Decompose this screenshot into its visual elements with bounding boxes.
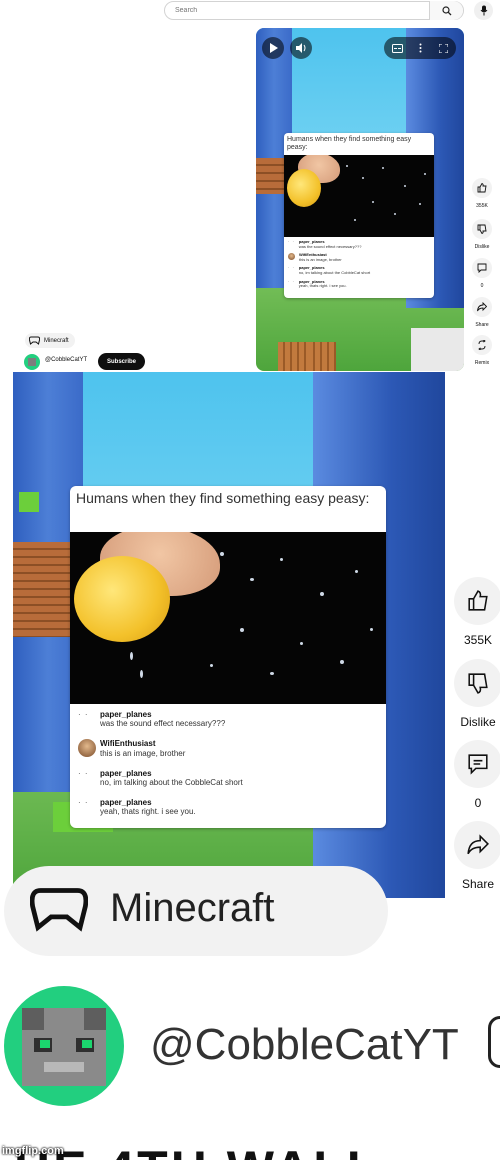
comment-item: · · paper_planes no, im talking about the… [288, 265, 371, 275]
voice-search-button[interactable] [474, 1, 493, 20]
meme-card: Humans when they find something easy pea… [284, 133, 434, 298]
more-options-icon[interactable] [419, 43, 422, 53]
comment-icon [468, 754, 488, 775]
comment-item: WifiEnthusiast this is an image, brother [288, 253, 430, 262]
comments-action[interactable]: 0 [470, 258, 494, 289]
comments-action-large[interactable]: 0 [454, 740, 500, 810]
comment-item: · · paper_planes was the sound effect nec… [288, 239, 362, 249]
share-icon [477, 302, 487, 312]
like-count: 355K [476, 203, 488, 209]
meme-card-large: Humans when they find something easy pea… [70, 486, 386, 828]
remix-action[interactable]: Remix [470, 335, 494, 366]
search-button[interactable] [429, 1, 463, 20]
thumbs-up-icon [468, 590, 488, 611]
subscribe-button[interactable]: Subscribe [98, 353, 145, 370]
dislike-button[interactable] [472, 219, 492, 239]
like-button[interactable] [472, 178, 492, 198]
thumbs-up-icon [477, 183, 487, 193]
like-action[interactable]: 355K [470, 178, 494, 209]
short-video-player[interactable]: Humans when they find something easy pea… [256, 28, 464, 371]
channel-avatar-zoomed[interactable] [4, 986, 124, 1106]
volume-icon [295, 43, 305, 53]
share-button-large[interactable] [454, 821, 500, 869]
thumbs-down-icon [477, 224, 487, 234]
topic-chip-zoomed[interactable]: Minecraft [4, 866, 388, 956]
search-icon [441, 5, 451, 15]
topic-chip-label: Minecraft [44, 337, 69, 344]
like-button-large[interactable] [454, 577, 500, 625]
comments-button-large[interactable] [454, 740, 500, 788]
share-button[interactable] [472, 297, 492, 317]
gamepad-icon [30, 888, 88, 932]
gamepad-icon [29, 336, 40, 345]
remix-icon [478, 340, 486, 350]
topic-chip-label-zoomed: Minecraft [110, 885, 275, 930]
search-input[interactable] [173, 6, 437, 15]
captions-icon[interactable] [392, 43, 404, 53]
play-button[interactable] [262, 37, 284, 59]
dislike-label-large: Dislike [460, 715, 496, 729]
comment-icon [477, 263, 487, 273]
thumbs-down-icon [468, 673, 488, 694]
short-video-player-large[interactable]: Humans when they find something easy pea… [13, 372, 445, 898]
comments-count: 0 [480, 283, 484, 289]
comment-item: · · paper_planes yeah, thats right. i see… [78, 798, 196, 817]
commenter-avatar [78, 739, 96, 758]
dislike-button-large[interactable] [454, 659, 500, 707]
share-label: Share [475, 322, 489, 328]
dislike-label: Dislike [474, 244, 490, 250]
like-count-large: 355K [463, 633, 493, 647]
fullscreen-icon[interactable] [438, 43, 448, 53]
topic-chip[interactable]: Minecraft [25, 333, 75, 348]
share-action-large[interactable]: Share [454, 821, 500, 891]
lemon-squeeze-photo-large [70, 532, 386, 704]
search-bar[interactable] [164, 1, 464, 20]
comment-item: WifiEnthusiast this is an image, brother [78, 739, 378, 758]
meme-title: Humans when they find something easy pea… [287, 136, 412, 152]
share-action[interactable]: Share [470, 297, 494, 328]
channel-name-zoomed[interactable]: @CobbleCatYT [150, 1020, 459, 1070]
comment-item: · · paper_planes yeah, thats right. i see… [288, 278, 347, 289]
subscribe-button-edge[interactable] [488, 1016, 500, 1068]
caption-fragment: HE 4TH WALL [0, 1136, 500, 1160]
play-icon [269, 43, 278, 53]
channel-name[interactable]: @CobbleCatYT [45, 357, 87, 363]
comment-item: · · paper_planes no, im talking about the… [78, 768, 243, 787]
lemon-squeeze-photo [284, 155, 434, 237]
comments-count-large: 0 [474, 796, 482, 810]
player-controls-group [384, 37, 456, 59]
watermark: imgflip.com [2, 1145, 64, 1157]
share-label-large: Share [461, 877, 495, 891]
dislike-action[interactable]: Dislike [470, 219, 494, 250]
meme-title-large: Humans when they find something easy pea… [76, 490, 370, 506]
dislike-action-large[interactable]: Dislike [454, 659, 500, 729]
share-icon [467, 834, 489, 855]
volume-button[interactable] [290, 37, 312, 59]
like-action-large[interactable]: 355K [454, 577, 500, 647]
remix-label: Remix [474, 360, 490, 366]
comment-item: · · paper_planes was the sound effect nec… [78, 710, 226, 729]
mic-icon [480, 5, 487, 16]
channel-avatar[interactable] [24, 354, 40, 370]
remix-button[interactable] [472, 335, 492, 355]
commenter-avatar [288, 253, 295, 261]
comments-button[interactable] [472, 258, 492, 278]
